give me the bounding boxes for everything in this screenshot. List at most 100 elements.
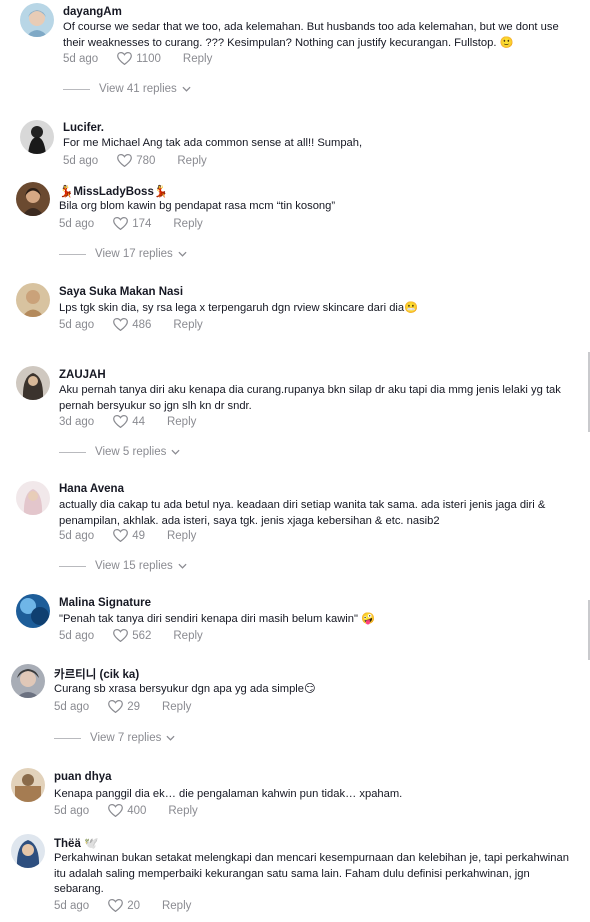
heart-icon xyxy=(113,415,129,428)
heart-icon xyxy=(117,154,133,167)
comment-username[interactable]: dayangAm xyxy=(63,6,122,18)
heart-icon xyxy=(108,700,124,713)
avatar[interactable] xyxy=(20,3,54,37)
heart-icon xyxy=(113,629,129,642)
comment-text: "Penah tak tanya diri sendiri kenapa dir… xyxy=(59,613,376,625)
view-replies-button[interactable]: View 41 replies xyxy=(63,83,191,95)
reply-button[interactable]: Reply xyxy=(168,805,197,817)
chevron-down-icon xyxy=(182,86,191,92)
comment-username[interactable]: 💃MissLadyBoss💃 xyxy=(59,184,168,198)
view-replies-label: View 15 replies xyxy=(95,560,173,572)
avatar-image xyxy=(16,283,50,317)
reply-button[interactable]: Reply xyxy=(162,701,191,713)
view-replies-button[interactable]: View 15 replies xyxy=(59,560,187,572)
like-count: 486 xyxy=(132,318,152,331)
avatar-image xyxy=(11,834,45,868)
heart-icon xyxy=(113,217,129,230)
like-count: 780 xyxy=(136,154,156,167)
avatar-image xyxy=(20,120,54,154)
like-count: 44 xyxy=(132,415,145,428)
view-replies-label: View 5 replies xyxy=(95,446,167,458)
like-button[interactable]: 562 xyxy=(113,629,151,642)
like-button[interactable]: 1100 xyxy=(117,52,161,65)
view-replies-button[interactable]: View 5 replies xyxy=(59,446,180,458)
avatar-image xyxy=(16,366,50,400)
avatar-image xyxy=(16,481,50,515)
like-button[interactable]: 780 xyxy=(117,154,155,167)
reply-button[interactable]: Reply xyxy=(177,155,206,167)
heart-icon xyxy=(113,318,129,331)
divider-line xyxy=(59,451,86,453)
avatar-image xyxy=(20,3,54,37)
comment-text: Curang sb xrasa bersyukur dgn apa yg ada… xyxy=(54,683,316,695)
view-replies-label: View 41 replies xyxy=(99,83,177,95)
like-button[interactable]: 44 xyxy=(113,415,145,428)
reply-button[interactable]: Reply xyxy=(167,416,196,428)
avatar[interactable] xyxy=(20,120,54,154)
chevron-down-icon xyxy=(166,735,175,741)
like-count: 400 xyxy=(127,804,147,817)
avatar-image xyxy=(11,768,45,802)
avatar[interactable] xyxy=(11,768,45,802)
avatar[interactable] xyxy=(16,182,50,216)
like-button[interactable]: 400 xyxy=(108,804,146,817)
like-button[interactable]: 49 xyxy=(113,529,145,542)
divider-line xyxy=(59,565,86,567)
chevron-down-icon xyxy=(171,449,180,455)
comment-username[interactable]: ZAUJAH xyxy=(59,369,106,381)
view-replies-label: View 7 replies xyxy=(90,732,162,744)
comment-text: For me Michael Ang tak ada common sense … xyxy=(63,137,363,149)
view-replies-button[interactable]: View 7 replies xyxy=(54,732,175,744)
reply-button[interactable]: Reply xyxy=(167,530,196,542)
divider-line xyxy=(59,253,86,255)
like-count: 29 xyxy=(127,700,140,713)
avatar[interactable] xyxy=(16,366,50,400)
comment-username[interactable]: Hana Avena xyxy=(59,483,124,495)
comment-username[interactable]: Thëä 🕊️ xyxy=(54,836,98,850)
comment-text: Bila org blom kawin bg pendapat rasa mcm… xyxy=(59,200,336,212)
comment-time: 5d ago xyxy=(59,318,95,331)
avatar-image xyxy=(11,664,45,698)
reply-button[interactable]: Reply xyxy=(173,630,202,642)
comment-time: 5d ago xyxy=(59,217,95,230)
heart-icon xyxy=(117,52,133,65)
chevron-down-icon xyxy=(178,563,187,569)
comment-username[interactable]: Saya Suka Makan Nasi xyxy=(59,286,183,298)
comment-time: 5d ago xyxy=(63,52,99,65)
chevron-down-icon xyxy=(178,251,187,257)
like-button[interactable]: 174 xyxy=(113,217,151,230)
reply-button[interactable]: Reply xyxy=(173,218,202,230)
like-button[interactable]: 29 xyxy=(108,700,140,713)
view-replies-button[interactable]: View 17 replies xyxy=(59,248,187,260)
comment-username[interactable]: puan dhya xyxy=(54,771,112,783)
comment-text: Kenapa panggil dia ek… die pengalaman ka… xyxy=(54,788,403,800)
comment-text: Of course we sedar that we too, ada kele… xyxy=(63,21,559,49)
avatar-image xyxy=(16,182,50,216)
comment-time: 5d ago xyxy=(59,629,95,642)
comment-username[interactable]: 카르티니 (cik ka) xyxy=(54,666,139,682)
avatar[interactable] xyxy=(11,664,45,698)
reply-button[interactable]: Reply xyxy=(173,319,202,331)
avatar[interactable] xyxy=(16,283,50,317)
view-replies-label: View 17 replies xyxy=(95,248,173,260)
avatar[interactable] xyxy=(11,834,45,868)
comment-text: Lps tgk skin dia, sy rsa lega x terpenga… xyxy=(59,302,419,314)
comment-text: Aku pernah tanya diri aku kenapa dia cur… xyxy=(59,384,561,412)
comment-time: 5d ago xyxy=(63,154,99,167)
like-count: 562 xyxy=(132,629,152,642)
heart-icon xyxy=(108,804,124,817)
comment-text: Perkahwinan bukan setakat melengkapi dan… xyxy=(54,852,569,895)
comment-time: 5d ago xyxy=(54,700,90,713)
like-button[interactable]: 486 xyxy=(113,318,151,331)
like-button[interactable]: 20 xyxy=(108,899,140,912)
divider-line xyxy=(54,737,81,739)
comment-time: 5d ago xyxy=(59,529,95,542)
comment-username[interactable]: Lucifer. xyxy=(63,122,104,134)
heart-icon xyxy=(113,529,129,542)
comment-username[interactable]: Malina Signature xyxy=(59,597,151,609)
avatar[interactable] xyxy=(16,594,50,628)
reply-button[interactable]: Reply xyxy=(183,53,212,65)
reply-button[interactable]: Reply xyxy=(162,900,191,912)
avatar[interactable] xyxy=(16,481,50,515)
like-count: 174 xyxy=(132,217,152,230)
